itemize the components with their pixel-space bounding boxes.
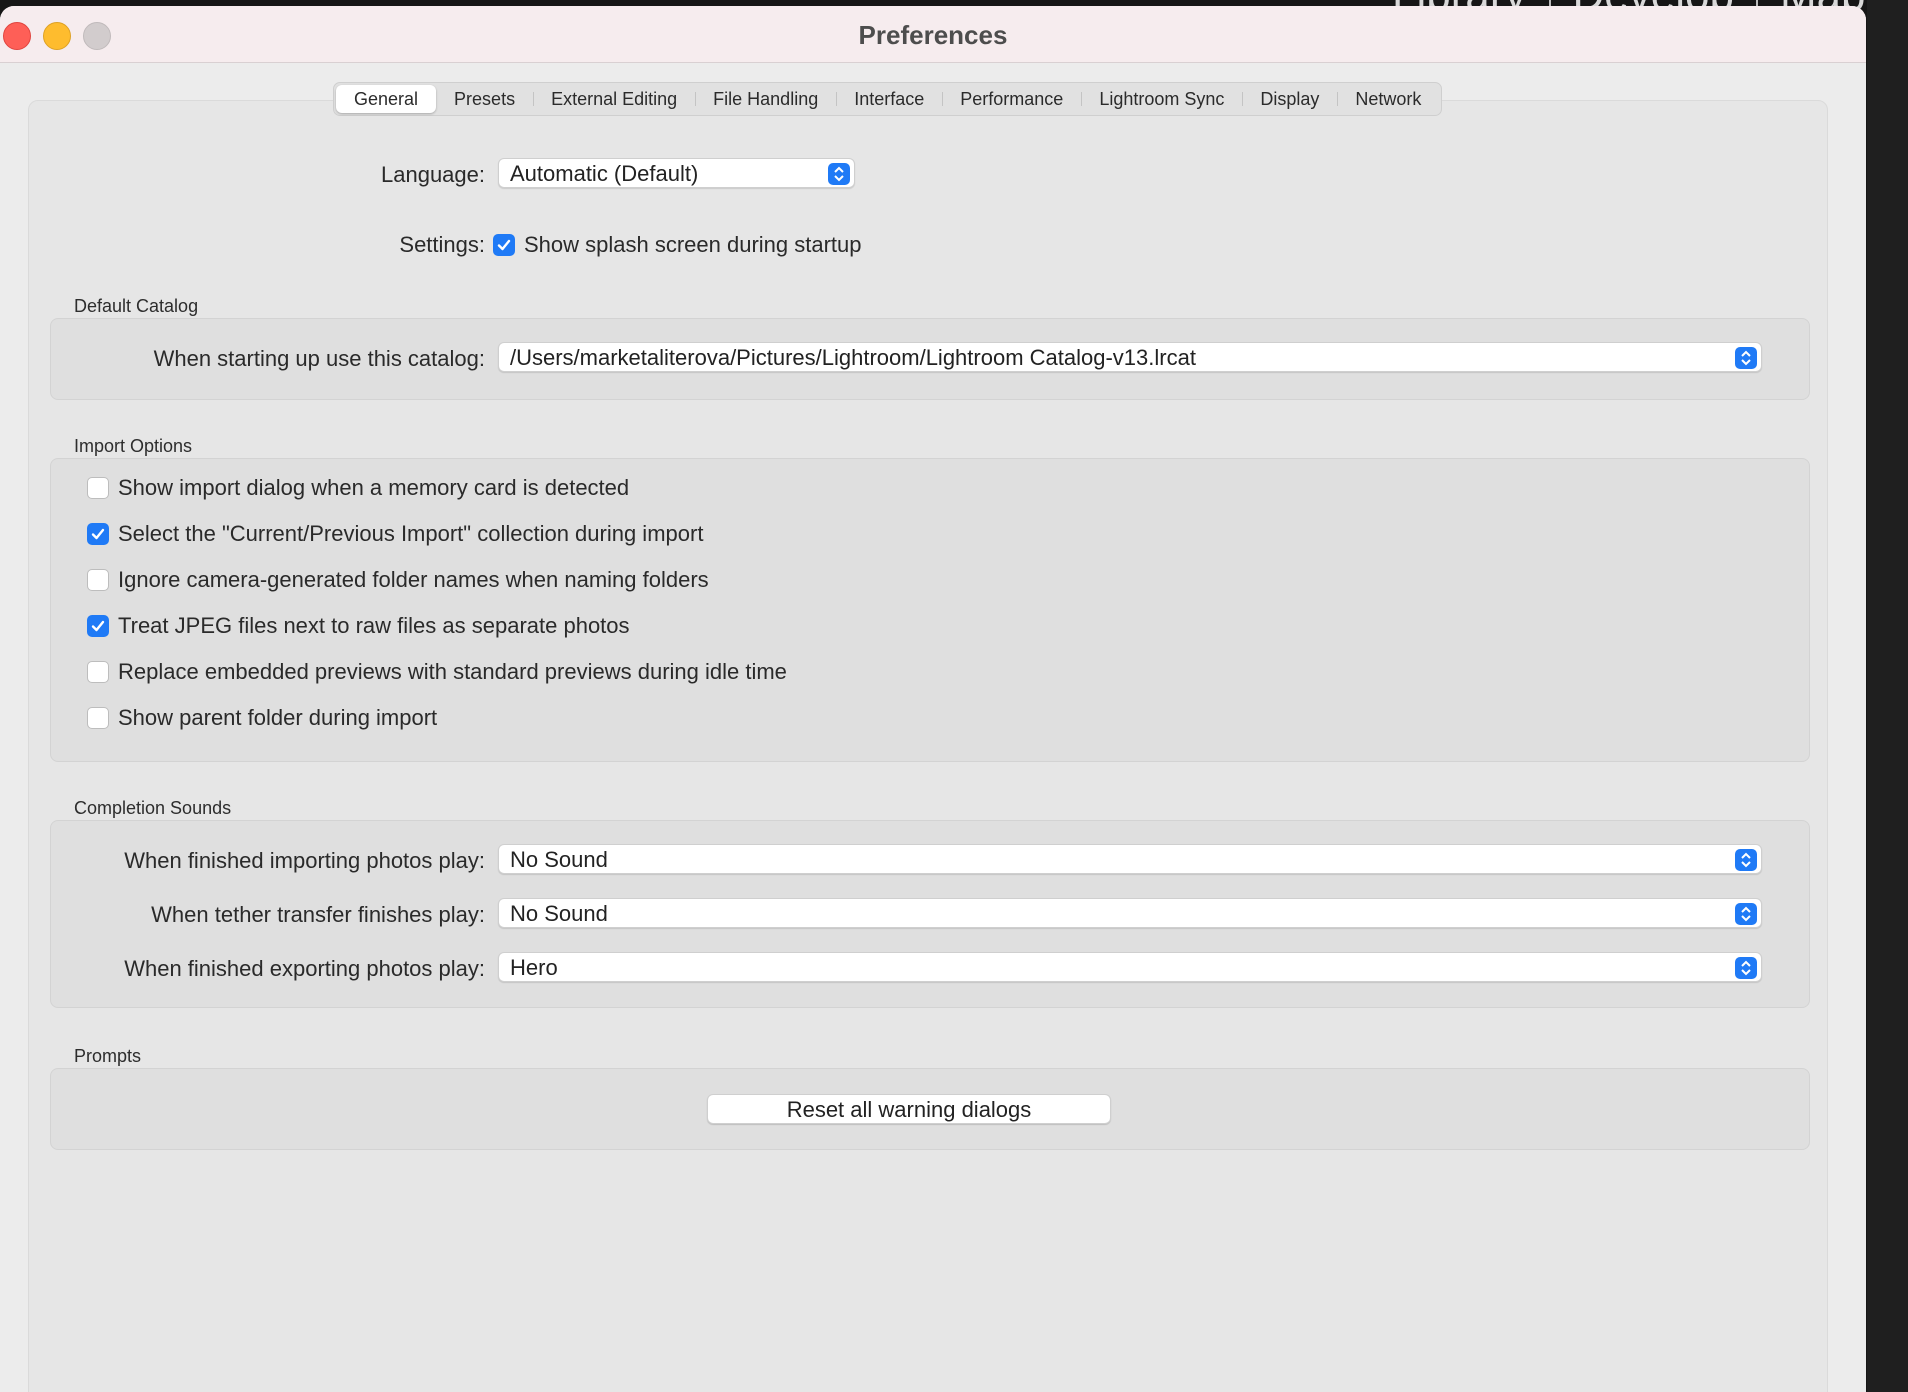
import-option-label[interactable]: Show import dialog when a memory card is… [118, 475, 629, 501]
tab-presets[interactable]: Presets [436, 85, 533, 113]
import-option-checkbox[interactable] [87, 615, 109, 637]
tether-sound-value: No Sound [510, 901, 608, 926]
chevron-up-down-icon [1735, 903, 1757, 925]
import-option-checkbox[interactable] [87, 569, 109, 591]
import-option-checkbox[interactable] [87, 523, 109, 545]
import-option-label[interactable]: Treat JPEG files next to raw files as se… [118, 613, 630, 639]
import-option-label[interactable]: Show parent folder during import [118, 705, 437, 731]
background-panel [1867, 0, 1908, 1392]
catalog-select[interactable]: /Users/marketaliterova/Pictures/Lightroo… [498, 342, 1762, 372]
tab-bar: General Presets External Editing File Ha… [333, 82, 1443, 116]
chevron-up-down-icon [1735, 347, 1757, 369]
import-option-checkbox[interactable] [87, 477, 109, 499]
checkmark-icon [497, 239, 511, 251]
import-option-label[interactable]: Replace embedded previews with standard … [118, 659, 787, 685]
catalog-label: When starting up use this catalog: [153, 346, 485, 371]
import-option-label[interactable]: Ignore camera-generated folder names whe… [118, 567, 709, 593]
language-select[interactable]: Automatic (Default) [498, 158, 855, 188]
export-sound-value: Hero [510, 955, 558, 980]
reset-warning-dialogs-button[interactable]: Reset all warning dialogs [707, 1094, 1111, 1124]
export-sound-select[interactable]: Hero [498, 952, 1762, 982]
title-bar[interactable]: Preferences [0, 6, 1866, 63]
import-sound-label: When finished importing photos play: [124, 848, 485, 873]
import-sound-select[interactable]: No Sound [498, 844, 1762, 874]
import-option-label[interactable]: Select the "Current/Previous Import" col… [118, 521, 703, 547]
import-option-checkbox[interactable] [87, 661, 109, 683]
tab-display[interactable]: Display [1242, 85, 1337, 113]
language-value: Automatic (Default) [510, 161, 699, 186]
chevron-up-down-icon [1735, 957, 1757, 979]
tab-performance[interactable]: Performance [942, 85, 1081, 113]
splash-screen-label[interactable]: Show splash screen during startup [524, 232, 862, 258]
checkmark-icon [91, 528, 105, 540]
tether-sound-label: When tether transfer finishes play: [151, 902, 485, 927]
tab-external-editing[interactable]: External Editing [533, 85, 695, 113]
preferences-window: Preferences General Presets External Edi… [0, 6, 1866, 1392]
tether-sound-select[interactable]: No Sound [498, 898, 1762, 928]
tab-general[interactable]: General [336, 85, 437, 113]
export-sound-label: When finished exporting photos play: [124, 956, 485, 981]
window-title: Preferences [858, 20, 1008, 50]
chevron-up-down-icon [1735, 849, 1757, 871]
default-catalog-title: Default Catalog [74, 296, 199, 316]
language-label: Language: [381, 162, 485, 187]
tab-file-handling[interactable]: File Handling [695, 85, 836, 113]
settings-label: Settings: [399, 232, 485, 257]
import-option-checkbox[interactable] [87, 707, 109, 729]
tab-interface[interactable]: Interface [836, 85, 942, 113]
import-sound-value: No Sound [510, 847, 608, 872]
checkmark-icon [91, 620, 105, 632]
tab-network[interactable]: Network [1337, 85, 1439, 113]
splash-screen-checkbox[interactable] [493, 234, 515, 256]
completion-sounds-title: Completion Sounds [74, 798, 232, 818]
catalog-value: /Users/marketaliterova/Pictures/Lightroo… [510, 345, 1196, 370]
chevron-up-down-icon [828, 163, 850, 185]
import-options-title: Import Options [74, 436, 193, 456]
tab-lightroom-sync[interactable]: Lightroom Sync [1081, 85, 1242, 113]
prompts-title: Prompts [74, 1046, 142, 1066]
